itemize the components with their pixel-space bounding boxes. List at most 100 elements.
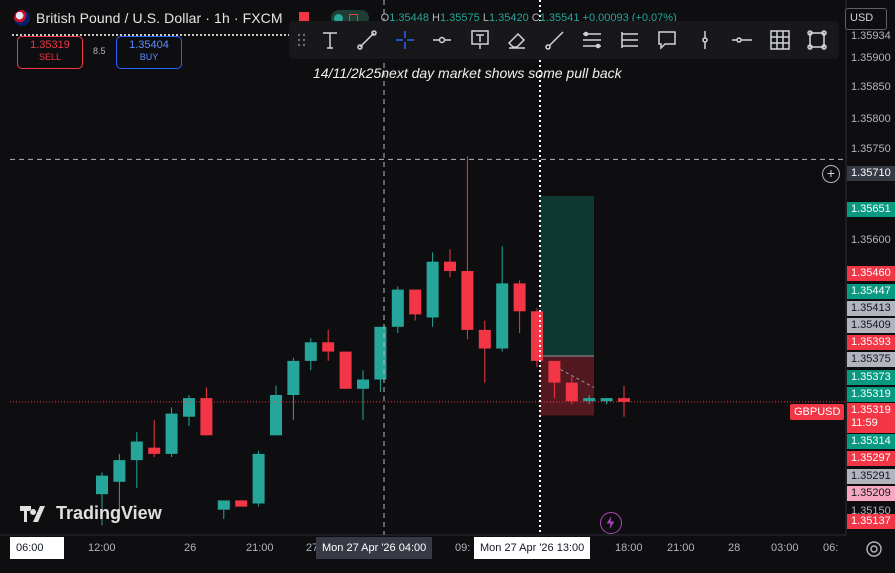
price-level-label: 1.35373 [847,370,895,385]
candle-body [304,342,317,361]
price-tick-label: 1.35900 [851,52,891,64]
time-tick-label: 12:00 [88,542,116,554]
price-tick-label: 1.35600 [851,234,891,246]
candle-body [217,500,230,510]
rectangle-icon[interactable] [799,22,837,58]
price-level-label: 1.35209 [847,486,895,501]
price-level-label: 1.35413 [847,301,895,316]
vertical-line-icon[interactable] [686,22,724,58]
horizontal-ray-icon[interactable] [424,22,462,58]
crosshair-icon[interactable] [386,22,424,58]
symbol-title[interactable]: British Pound / U.S. Dollar · 1h · FXCM [36,10,283,26]
price-level-label: 1.35314 [847,434,895,449]
candle-body [548,360,561,383]
time-tick-label: 28 [728,542,741,554]
time-tick-label: 18:00 [615,542,643,554]
candle-body [461,271,474,330]
callout-icon[interactable] [649,22,687,58]
logo-text: TradingView [56,503,162,523]
price-level-label: 1.35375 [847,352,895,367]
candle-body [357,379,369,389]
price-level-label: 1.35447 [847,284,895,299]
time-tick-label: 21:00 [246,542,274,554]
candle-body [513,283,526,312]
price-level-label: 1.35291 [847,469,895,484]
price-tick-label: 1.35800 [851,113,891,125]
tradingview-logo-icon [20,505,50,522]
symbol-badge: GBPUSD [790,404,845,420]
text-tool-icon[interactable] [311,22,349,58]
crosshair-time-label-right: Mon 27 Apr '26 13:00 [474,537,591,559]
eraser-icon[interactable] [499,22,537,58]
candle-body [130,441,143,461]
crosshair-price-label: 1.35710 [847,166,895,181]
price-tick-label: 1.35850 [851,81,891,93]
text-box-icon[interactable] [461,22,499,58]
candle-body [565,382,578,402]
time-tick-label: 26 [184,542,197,554]
crosshair-time-label-left: Mon 27 Apr '26 04:00 [316,537,433,559]
candle-body [235,500,248,507]
drawing-toolbar [289,21,839,59]
time-axis-start-label: 06:00 [10,537,64,559]
chart-canvas[interactable] [0,0,895,573]
price-level-label: 1.35137 [847,514,895,529]
settings-gear-icon[interactable] [864,539,884,559]
candle-body [531,311,543,361]
fib-retracement-icon[interactable] [611,22,649,58]
time-tick-label: 06: [823,542,839,554]
spread-value: 8.5 [93,46,106,56]
sell-label: SELL [38,52,62,62]
time-tick-label: 21:00 [667,542,695,554]
gbp-flag-icon [14,10,30,26]
candle-body [183,398,195,417]
candle-body [391,289,404,327]
candle-body [600,398,613,402]
ray-icon[interactable] [536,22,574,58]
candle-body [618,398,630,402]
drag-handle-icon[interactable] [293,22,311,58]
candle-body [113,460,126,482]
time-tick-label: 03:00 [771,542,799,554]
candle-body [96,475,108,495]
time-tick-label: 09: [455,542,471,554]
candle-body [374,326,387,380]
candle-body [287,360,300,395]
buy-button[interactable]: 1.35404 BUY [116,36,182,69]
trend-line-icon[interactable] [349,22,387,58]
lightning-icon[interactable] [600,512,622,534]
candle-body [583,398,596,402]
price-level-label: 1.35297 [847,451,895,466]
add-alert-icon[interactable]: + [822,165,840,183]
candle-body [270,395,282,436]
sell-price: 1.35319 [30,39,70,51]
candle-body [165,413,178,454]
bar-countdown: 11:59 [851,417,878,429]
price-tick-label: 1.35934 [851,30,891,42]
candle-body [478,329,491,349]
buy-price: 1.35404 [129,39,169,51]
candle-body [426,261,439,318]
current-price-badge: 1.35319 11:59 [847,403,895,433]
horizontal-line-icon[interactable] [724,22,762,58]
candle-body [496,283,509,349]
buy-label: BUY [139,52,159,62]
candle-body [322,342,335,352]
price-level-label: 1.35651 [847,202,895,217]
grid-icon[interactable] [761,22,799,58]
price-level-label: 1.35409 [847,318,895,333]
chart-annotation-text[interactable]: 14/11/2k25next day market shows some pul… [313,65,622,81]
current-price: 1.35319 [851,404,891,416]
candle-body [200,398,213,436]
price-level-label: 1.35319 [847,387,895,402]
candle-body [409,289,422,315]
candle-body [444,261,456,271]
parallel-channel-icon[interactable] [574,22,612,58]
candle-body [339,351,352,389]
price-tick-label: 1.35750 [851,143,891,155]
candle-body [252,453,265,504]
tradingview-logo: TradingView [20,503,162,524]
price-level-label: 1.35393 [847,335,895,350]
sell-button[interactable]: 1.35319 SELL [17,36,83,69]
currency-selector[interactable]: USD [845,8,887,30]
